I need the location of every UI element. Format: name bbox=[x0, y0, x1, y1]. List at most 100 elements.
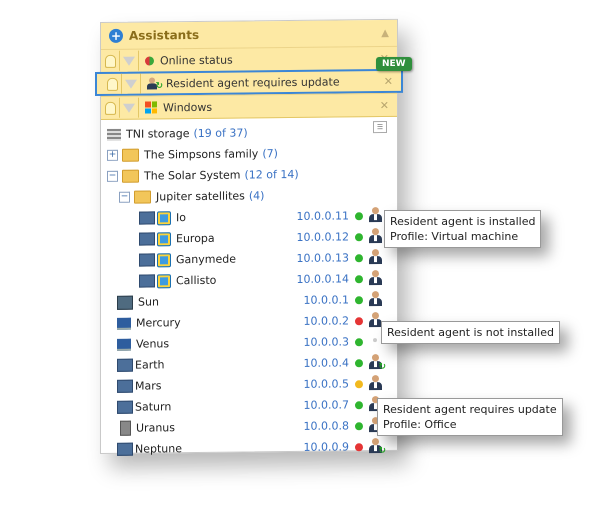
device-ip[interactable]: 10.0.0.5 bbox=[304, 377, 349, 390]
device-name: Uranus bbox=[136, 421, 175, 435]
device-name: Sun bbox=[138, 295, 159, 309]
filter-icon[interactable] bbox=[122, 73, 141, 94]
laptop-icon bbox=[117, 317, 131, 330]
agent-update-icon[interactable]: ↻ bbox=[369, 438, 386, 456]
status-dot-icon bbox=[355, 337, 363, 346]
device-ip[interactable]: 10.0.0.7 bbox=[304, 398, 349, 411]
agent-icon[interactable] bbox=[369, 375, 383, 391]
close-icon[interactable]: ✕ bbox=[380, 98, 389, 111]
device-ip[interactable]: 10.0.0.2 bbox=[304, 314, 349, 327]
assistant-label: Online status bbox=[160, 53, 233, 67]
assistant-label: Windows bbox=[163, 100, 213, 114]
assistant-row-windows[interactable]: Windows ✕ bbox=[101, 92, 397, 119]
device-ip[interactable]: 10.0.0.8 bbox=[304, 419, 349, 432]
status-dot-icon bbox=[355, 253, 363, 262]
expand-icon[interactable]: + bbox=[107, 149, 118, 161]
device-name: Neptune bbox=[135, 442, 183, 456]
plus-icon[interactable]: + bbox=[109, 28, 123, 43]
tower-icon bbox=[120, 420, 131, 436]
assistants-header[interactable]: + Assistants ▲ bbox=[101, 20, 397, 49]
device-ip[interactable]: 10.0.0.13 bbox=[297, 251, 349, 265]
computer-icon bbox=[139, 274, 155, 288]
status-dot-icon bbox=[355, 232, 363, 241]
tooltip-line: Profile: Office bbox=[383, 418, 457, 431]
status-dot-icon bbox=[355, 211, 363, 220]
device-name: Saturn bbox=[135, 400, 172, 414]
device-name: Ganymede bbox=[176, 252, 236, 267]
assistants-section: + Assistants ▲ Online status ✕ ↻ Residen… bbox=[95, 19, 403, 120]
virtual-machine-icon bbox=[157, 210, 171, 225]
device-ip[interactable]: 10.0.0.9 bbox=[304, 440, 349, 453]
collapse-icon[interactable]: − bbox=[119, 191, 130, 203]
status-dot-icon bbox=[355, 379, 363, 388]
device-name: Callisto bbox=[176, 273, 217, 288]
status-dot-icon bbox=[355, 316, 363, 325]
network-tree: ☰ TNI storage (19 of 37) + The Simpsons … bbox=[101, 117, 397, 460]
computer-icon bbox=[139, 232, 155, 246]
node-name: The Solar System bbox=[144, 168, 241, 183]
agent-update-icon[interactable]: ↻ bbox=[369, 354, 386, 372]
assistant-row-agent-update[interactable]: ↻ Resident agent requires update ✕ bbox=[95, 68, 403, 97]
filter-icon[interactable] bbox=[120, 50, 139, 71]
pc-icon bbox=[117, 442, 133, 456]
computer-icon bbox=[139, 253, 155, 267]
bulb-icon[interactable] bbox=[101, 50, 120, 71]
device-name: Io bbox=[176, 211, 186, 225]
collapse-up-icon[interactable]: ▲ bbox=[381, 27, 389, 38]
status-dot-icon bbox=[355, 358, 363, 367]
bulb-icon[interactable] bbox=[101, 97, 120, 118]
server-icon bbox=[117, 295, 133, 310]
node-name: Jupiter satellites bbox=[156, 189, 245, 204]
agent-icon[interactable] bbox=[369, 291, 383, 307]
device-name: Earth bbox=[135, 358, 165, 372]
virtual-machine-icon bbox=[157, 273, 171, 288]
tooltip-line: Resident agent is not installed bbox=[387, 326, 554, 339]
device-name: Europa bbox=[176, 231, 215, 246]
device-row[interactable]: Neptune 10.0.0.9 ↻ bbox=[101, 436, 397, 460]
status-dot-icon bbox=[355, 400, 363, 409]
agent-icon[interactable] bbox=[369, 228, 383, 244]
pc-icon bbox=[117, 358, 133, 372]
device-ip[interactable]: 10.0.0.11 bbox=[297, 209, 349, 223]
laptop-icon bbox=[117, 338, 131, 351]
assistant-label: Resident agent requires update bbox=[166, 74, 340, 90]
status-dot-icon bbox=[355, 442, 363, 451]
collapse-icon[interactable]: − bbox=[107, 170, 118, 182]
device-name: Mars bbox=[135, 379, 162, 393]
agent-update-icon: ↻ bbox=[147, 77, 163, 91]
tooltip-line: Profile: Virtual machine bbox=[390, 230, 519, 243]
node-name: The Simpsons family bbox=[144, 147, 259, 162]
agent-icon[interactable] bbox=[369, 207, 383, 223]
online-status-icon bbox=[145, 55, 154, 66]
agent-icon[interactable] bbox=[369, 270, 383, 286]
tooltip-line: Resident agent is installed bbox=[390, 215, 536, 228]
filter-icon[interactable] bbox=[120, 97, 139, 118]
device-ip[interactable]: 10.0.0.4 bbox=[304, 356, 349, 369]
folder-open-icon bbox=[134, 190, 151, 204]
folder-open-icon bbox=[122, 169, 139, 183]
node-count: (12 of 14) bbox=[244, 167, 299, 182]
close-icon[interactable]: ✕ bbox=[384, 74, 393, 87]
device-ip[interactable]: 10.0.0.3 bbox=[304, 335, 349, 348]
status-dot-icon bbox=[355, 421, 363, 430]
device-name: Mercury bbox=[136, 316, 181, 330]
tooltip-agent-update: Resident agent requires update Profile: … bbox=[377, 398, 563, 436]
device-ip[interactable]: 10.0.0.14 bbox=[297, 272, 349, 286]
device-name: Venus bbox=[136, 337, 170, 351]
bulb-icon[interactable] bbox=[103, 73, 122, 94]
new-badge: NEW bbox=[376, 57, 412, 71]
device-ip[interactable]: 10.0.0.1 bbox=[304, 293, 349, 306]
assistants-title: Assistants bbox=[129, 27, 200, 43]
virtual-machine-icon bbox=[157, 231, 171, 246]
assistant-row-online-status[interactable]: Online status ✕ bbox=[101, 45, 397, 72]
device-ip[interactable]: 10.0.0.12 bbox=[297, 230, 349, 244]
inventory-panel: + Assistants ▲ Online status ✕ ↻ Residen… bbox=[95, 18, 403, 456]
agent-icon[interactable] bbox=[369, 249, 383, 265]
node-count: (19 of 37) bbox=[193, 126, 248, 141]
windows-icon bbox=[145, 101, 157, 114]
status-dot-icon bbox=[355, 274, 363, 283]
node-count: (4) bbox=[248, 189, 265, 203]
virtual-machine-icon bbox=[157, 252, 171, 267]
tooltip-line: Resident agent requires update bbox=[383, 403, 557, 416]
storage-icon bbox=[107, 128, 121, 141]
